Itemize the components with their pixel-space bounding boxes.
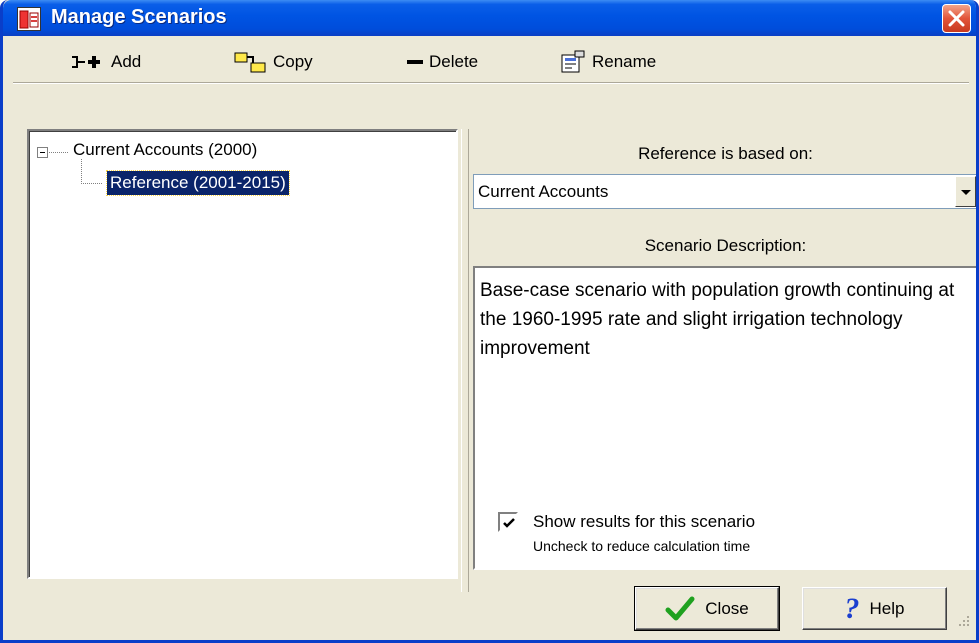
resize-grip-icon[interactable] xyxy=(953,612,973,632)
reference-based-on-select[interactable]: Current Accounts xyxy=(473,174,976,209)
help-label: Help xyxy=(869,598,905,618)
copy-label: Copy xyxy=(273,52,313,71)
reference-selected-value: Current Accounts xyxy=(478,182,609,201)
chevron-down-icon[interactable] xyxy=(955,176,976,207)
delete-button[interactable]: Delete xyxy=(407,47,478,77)
delete-icon xyxy=(407,60,423,64)
delete-label: Delete xyxy=(429,52,479,71)
scenario-description-label: Scenario Description: xyxy=(644,236,807,255)
add-label: Add xyxy=(111,52,142,71)
show-results-hint: Uncheck to reduce calculation time xyxy=(533,538,751,554)
rename-label: Rename xyxy=(592,52,657,71)
copy-button[interactable]: Copy xyxy=(233,47,313,77)
window-close-button[interactable] xyxy=(942,4,971,33)
rename-icon xyxy=(561,50,585,73)
checkmark-icon xyxy=(503,518,515,528)
scenario-description-text: Base-case scenario with population growt… xyxy=(480,280,955,359)
close-icon xyxy=(948,10,965,27)
rename-button[interactable]: Rename xyxy=(560,47,656,77)
window-title: Manage Scenarios xyxy=(51,6,227,28)
scenario-tree[interactable]: Current Accounts (2000) Reference (2001-… xyxy=(27,129,458,579)
toolbar-divider xyxy=(13,82,969,84)
title-bar[interactable]: Manage Scenarios xyxy=(3,0,976,36)
close-button[interactable]: Close xyxy=(634,586,780,631)
add-button[interactable]: Add xyxy=(71,47,141,77)
reference-based-on-label: Reference is based on: xyxy=(638,144,813,163)
pane-splitter[interactable] xyxy=(461,129,469,592)
checkmark-icon xyxy=(665,596,695,620)
manage-scenarios-window: Manage Scenarios Add Copy Delete Rename … xyxy=(0,0,979,643)
show-results-label[interactable]: Show results for this scenario xyxy=(533,512,755,532)
show-results-checkbox[interactable] xyxy=(498,512,518,532)
tree-node-current-accounts[interactable]: Current Accounts (2000) xyxy=(73,140,257,160)
close-label: Close xyxy=(705,598,749,618)
app-icon xyxy=(17,7,41,31)
question-icon: ? xyxy=(844,591,860,625)
add-icon xyxy=(72,56,100,68)
copy-icon xyxy=(234,52,266,73)
tree-node-reference[interactable]: Reference (2001-2015) xyxy=(106,170,290,196)
help-button[interactable]: ? Help xyxy=(802,587,947,630)
